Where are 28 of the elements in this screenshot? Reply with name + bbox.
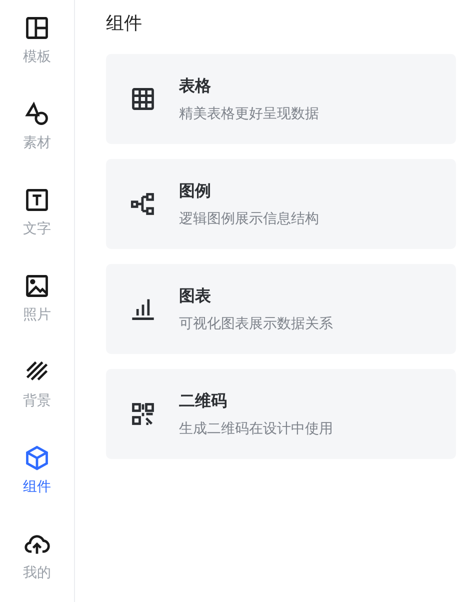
card-title: 表格 [179, 76, 212, 96]
shapes-icon [24, 101, 50, 127]
qr-code-icon [130, 401, 156, 427]
sidebar-item[interactable]: 我的 [0, 516, 74, 602]
cube-icon [24, 445, 50, 471]
sidebar-item[interactable]: 照片 [0, 258, 74, 344]
sidebar-item[interactable]: 素材 [0, 86, 74, 172]
card-description: 生成二维码在设计中使用 [179, 420, 333, 438]
card-title: 图表 [179, 286, 212, 306]
card-description: 可视化图表展示数据关系 [179, 314, 333, 332]
sidebar-item[interactable]: 组件 [0, 430, 74, 516]
text-box-icon [24, 187, 50, 213]
component-card[interactable]: 表格 精美表格更好呈现数据 [106, 54, 456, 144]
card-title: 二维码 [179, 390, 228, 412]
component-card[interactable]: 二维码 生成二维码在设计中使用 [106, 369, 456, 459]
card-title: 图例 [179, 180, 212, 202]
sidebar-item[interactable]: 背景 [0, 344, 74, 430]
component-card[interactable]: 图例 逻辑图例展示信息结构 [106, 159, 456, 249]
image-icon [24, 273, 50, 299]
card-description: 精美表格更好呈现数据 [179, 104, 319, 122]
panel-title: 组件 [106, 12, 143, 36]
sidebar-item[interactable]: 文字 [0, 172, 74, 258]
diagram-icon [130, 191, 156, 217]
component-card[interactable]: 图表 可视化图表展示数据关系 [106, 264, 456, 354]
sidebar-item[interactable]: 模板 [0, 0, 74, 86]
card-description: 逻辑图例展示信息结构 [179, 210, 319, 228]
layout-icon [24, 15, 50, 41]
table-icon [130, 86, 156, 112]
